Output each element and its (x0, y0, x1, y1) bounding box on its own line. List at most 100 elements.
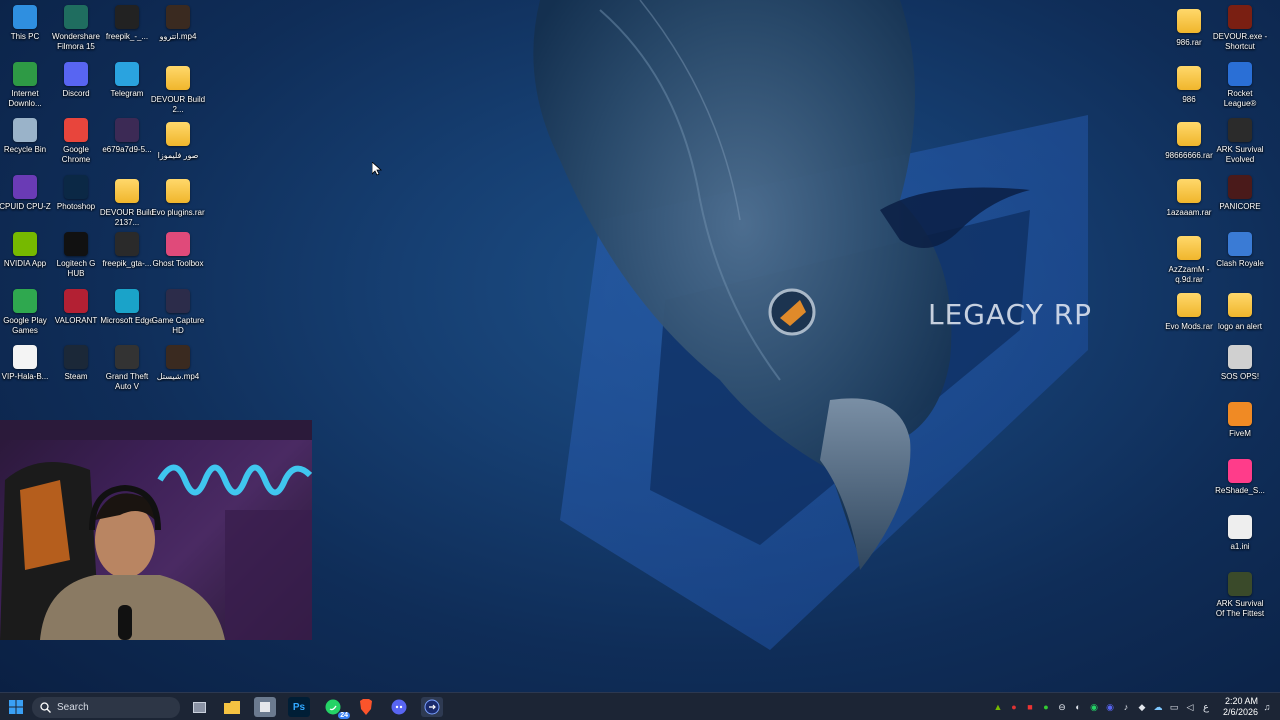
desktop-left-icon-18[interactable]: freepik_gta-... (100, 231, 154, 269)
desktop-left-icon-12[interactable]: CPUID CPU-Z (0, 175, 52, 212)
desktop-icon-label: Internet Downlo... (8, 88, 42, 108)
desktop-left-icon-22[interactable]: Microsoft Edge (100, 288, 154, 326)
desktop-icon-label: FiveM (1229, 428, 1251, 438)
tray-whatsapp-icon[interactable]: ◉ (1089, 702, 1099, 712)
taskbar-discord[interactable] (388, 697, 410, 717)
taskbar-recorder-app[interactable] (421, 697, 443, 717)
desktop-right-icon-3[interactable]: Rocket League® (1213, 61, 1267, 109)
tray-record-icon[interactable]: ■ (1025, 702, 1035, 712)
desktop-left-icon-3[interactable]: اتتروو.mp4 (151, 5, 205, 42)
tray-cloud-icon[interactable]: ☁ (1153, 702, 1163, 712)
desktop-left-icon-16[interactable]: NVIDIA App (0, 231, 52, 269)
desktop-right-icon-6[interactable]: 1azaaam.rar (1162, 175, 1216, 218)
desktop-left-icon-21[interactable]: VALORANT (49, 288, 103, 326)
desktop-left-icon-23[interactable]: Game Capture HD (151, 288, 205, 336)
tray-status-icon[interactable]: ● (1041, 702, 1051, 712)
desktop-left-icon-5[interactable]: Discord (49, 61, 103, 99)
desktop-left-icon-24[interactable]: VIP-Hala-B... (0, 345, 52, 382)
desktop-icon-label: صور فليموزا (157, 151, 199, 161)
desktop-icon-label: Ghost Toolbox (152, 258, 204, 268)
desktop-left-icon-0[interactable]: This PC (0, 5, 52, 42)
taskbar-search[interactable]: Search (32, 697, 180, 718)
taskbar-file-explorer[interactable] (221, 697, 243, 717)
desktop-right-icon-13[interactable]: FiveM (1213, 401, 1267, 439)
reshade-icon (1228, 458, 1252, 483)
desktop-right-icon-11[interactable]: logo an alert (1213, 289, 1267, 332)
desktop-right-icon-0[interactable]: 986.rar (1162, 5, 1216, 48)
mouse-cursor (372, 162, 382, 176)
desktop-left-icon-13[interactable]: Photoshop (49, 175, 103, 212)
desktop-icon-label: 1azaaam.rar (1166, 208, 1212, 218)
ghost-toolbox-icon (166, 231, 190, 256)
desktop-icon-label: DEVOUR Build 2... (150, 94, 206, 114)
desktop-left-icon-26[interactable]: Grand Theft Auto V (100, 345, 154, 392)
taskbar-brave[interactable] (355, 697, 377, 717)
tray-bluetooth-icon[interactable]: ⊖ (1057, 702, 1067, 712)
desktop-left-icon-1[interactable]: Wondershare Filmora 15 (49, 5, 103, 52)
desktop-right-icon-4[interactable]: 98666666.rar (1162, 118, 1216, 161)
desktop-left-icon-4[interactable]: Internet Downlo... (0, 61, 52, 109)
desktop-left-icon-17[interactable]: Logitech G HUB (49, 231, 103, 279)
tray-nvidia-icon[interactable]: ▲ (993, 702, 1003, 712)
desktop-right-icon-9[interactable]: Clash Royale (1213, 231, 1267, 269)
desktop-left-icon-15[interactable]: Evo plugins.rar (151, 175, 205, 218)
taskbar-app-thumbnail[interactable] (254, 697, 276, 717)
desktop-right-icon-5[interactable]: ARK Survival Evolved (1213, 118, 1267, 165)
desktop-icon-label: ReShade_S... (1215, 485, 1265, 495)
desktop-right-icon-7[interactable]: PANICORE (1213, 175, 1267, 212)
desktop-right-icon-1[interactable]: DEVOUR.exe - Shortcut (1213, 5, 1267, 52)
rocket-league-icon (1228, 61, 1252, 86)
desktop-icon-label: DEVOUR Build 2137... (99, 208, 155, 228)
desktop-left-icon-25[interactable]: Steam (49, 345, 103, 382)
desktop-icon-label: Photoshop (56, 202, 96, 212)
desktop-right-icon-16[interactable]: ARK Survival Of The Fittest (1213, 572, 1267, 619)
desktop-icon-label: Evo plugins.rar (151, 208, 205, 218)
tray-app2-icon[interactable]: ◆ (1137, 702, 1147, 712)
desktop-right-icon-15[interactable]: a1.ini (1213, 515, 1267, 552)
video-thumb-icon (115, 5, 139, 29)
desktop-left-icon-10[interactable]: e679a7d9-5... (100, 118, 154, 155)
desktop-right-icon-12[interactable]: SOS OPS! (1213, 345, 1267, 382)
taskbar-photoshop[interactable]: Ps (288, 697, 310, 717)
tray-microphone-icon[interactable]: ♪ (1121, 702, 1131, 712)
desktop-left-icon-9[interactable]: Google Chrome (49, 118, 103, 165)
task-view-button[interactable] (188, 697, 210, 717)
tray-discord-icon[interactable]: ◉ (1105, 702, 1115, 712)
desktop-left-icon-27[interactable]: شيستل.mp4 (151, 345, 205, 382)
desktop-icon-label: Grand Theft Auto V (105, 372, 149, 392)
taskbar-whatsapp[interactable]: 24 (322, 697, 350, 719)
devour-icon (1228, 5, 1252, 29)
tray-steam-icon[interactable]: ◐ (1073, 702, 1083, 712)
desktop-icon-label: Google Chrome (61, 145, 91, 165)
desktop-left-icon-6[interactable]: Telegram (100, 61, 154, 99)
desktop-icon-label: Telegram (110, 88, 144, 98)
desktop-left-icon-8[interactable]: Recycle Bin (0, 118, 52, 155)
filmora-icon (64, 5, 88, 29)
desktop-right-icon-14[interactable]: ReShade_S... (1213, 458, 1267, 496)
desktop-left-icon-7[interactable]: DEVOUR Build 2... (151, 62, 205, 115)
desktop-left-icon-11[interactable]: صور فليموزا (151, 118, 205, 161)
start-button[interactable] (5, 697, 27, 717)
tray-network-icon[interactable]: ▭ (1169, 702, 1179, 712)
discord-icon (64, 61, 88, 86)
notification-bell-icon[interactable]: ♫ (1262, 702, 1272, 712)
input-language-indicator[interactable]: ع (1201, 702, 1211, 713)
desktop-icon-label: AzZzamM - q.9d.rar (1168, 264, 1210, 284)
desktop-left-icon-2[interactable]: freepik_-_... (100, 5, 154, 42)
desktop-right-icon-8[interactable]: AzZzamM - q.9d.rar (1162, 232, 1216, 285)
desktop-left-icon-14[interactable]: DEVOUR Build 2137... (100, 175, 154, 228)
folder-icon (1177, 65, 1201, 90)
desktop-left-icon-20[interactable]: Google Play Games (0, 288, 52, 336)
desktop-icon-label: a1.ini (1230, 542, 1250, 552)
taskbar-clock[interactable]: 2:20 AM 2/6/2026 (1218, 696, 1258, 718)
desktop-icon-label: Wondershare Filmora 15 (52, 32, 100, 51)
legacy-rp-logo-text: LEGACY RP (928, 298, 1093, 331)
desktop-icon-label: freepik_-_... (105, 32, 149, 41)
desktop-right-icon-2[interactable]: 986 (1162, 62, 1216, 105)
image-thumb-icon (115, 231, 139, 256)
ini-file-icon (1228, 515, 1252, 540)
desktop-left-icon-19[interactable]: Ghost Toolbox (151, 231, 205, 269)
tray-volume-icon[interactable]: ◁ (1185, 702, 1195, 712)
desktop-right-icon-10[interactable]: Evo Mods.rar (1162, 289, 1216, 332)
tray-app-icon[interactable]: ● (1009, 702, 1019, 712)
